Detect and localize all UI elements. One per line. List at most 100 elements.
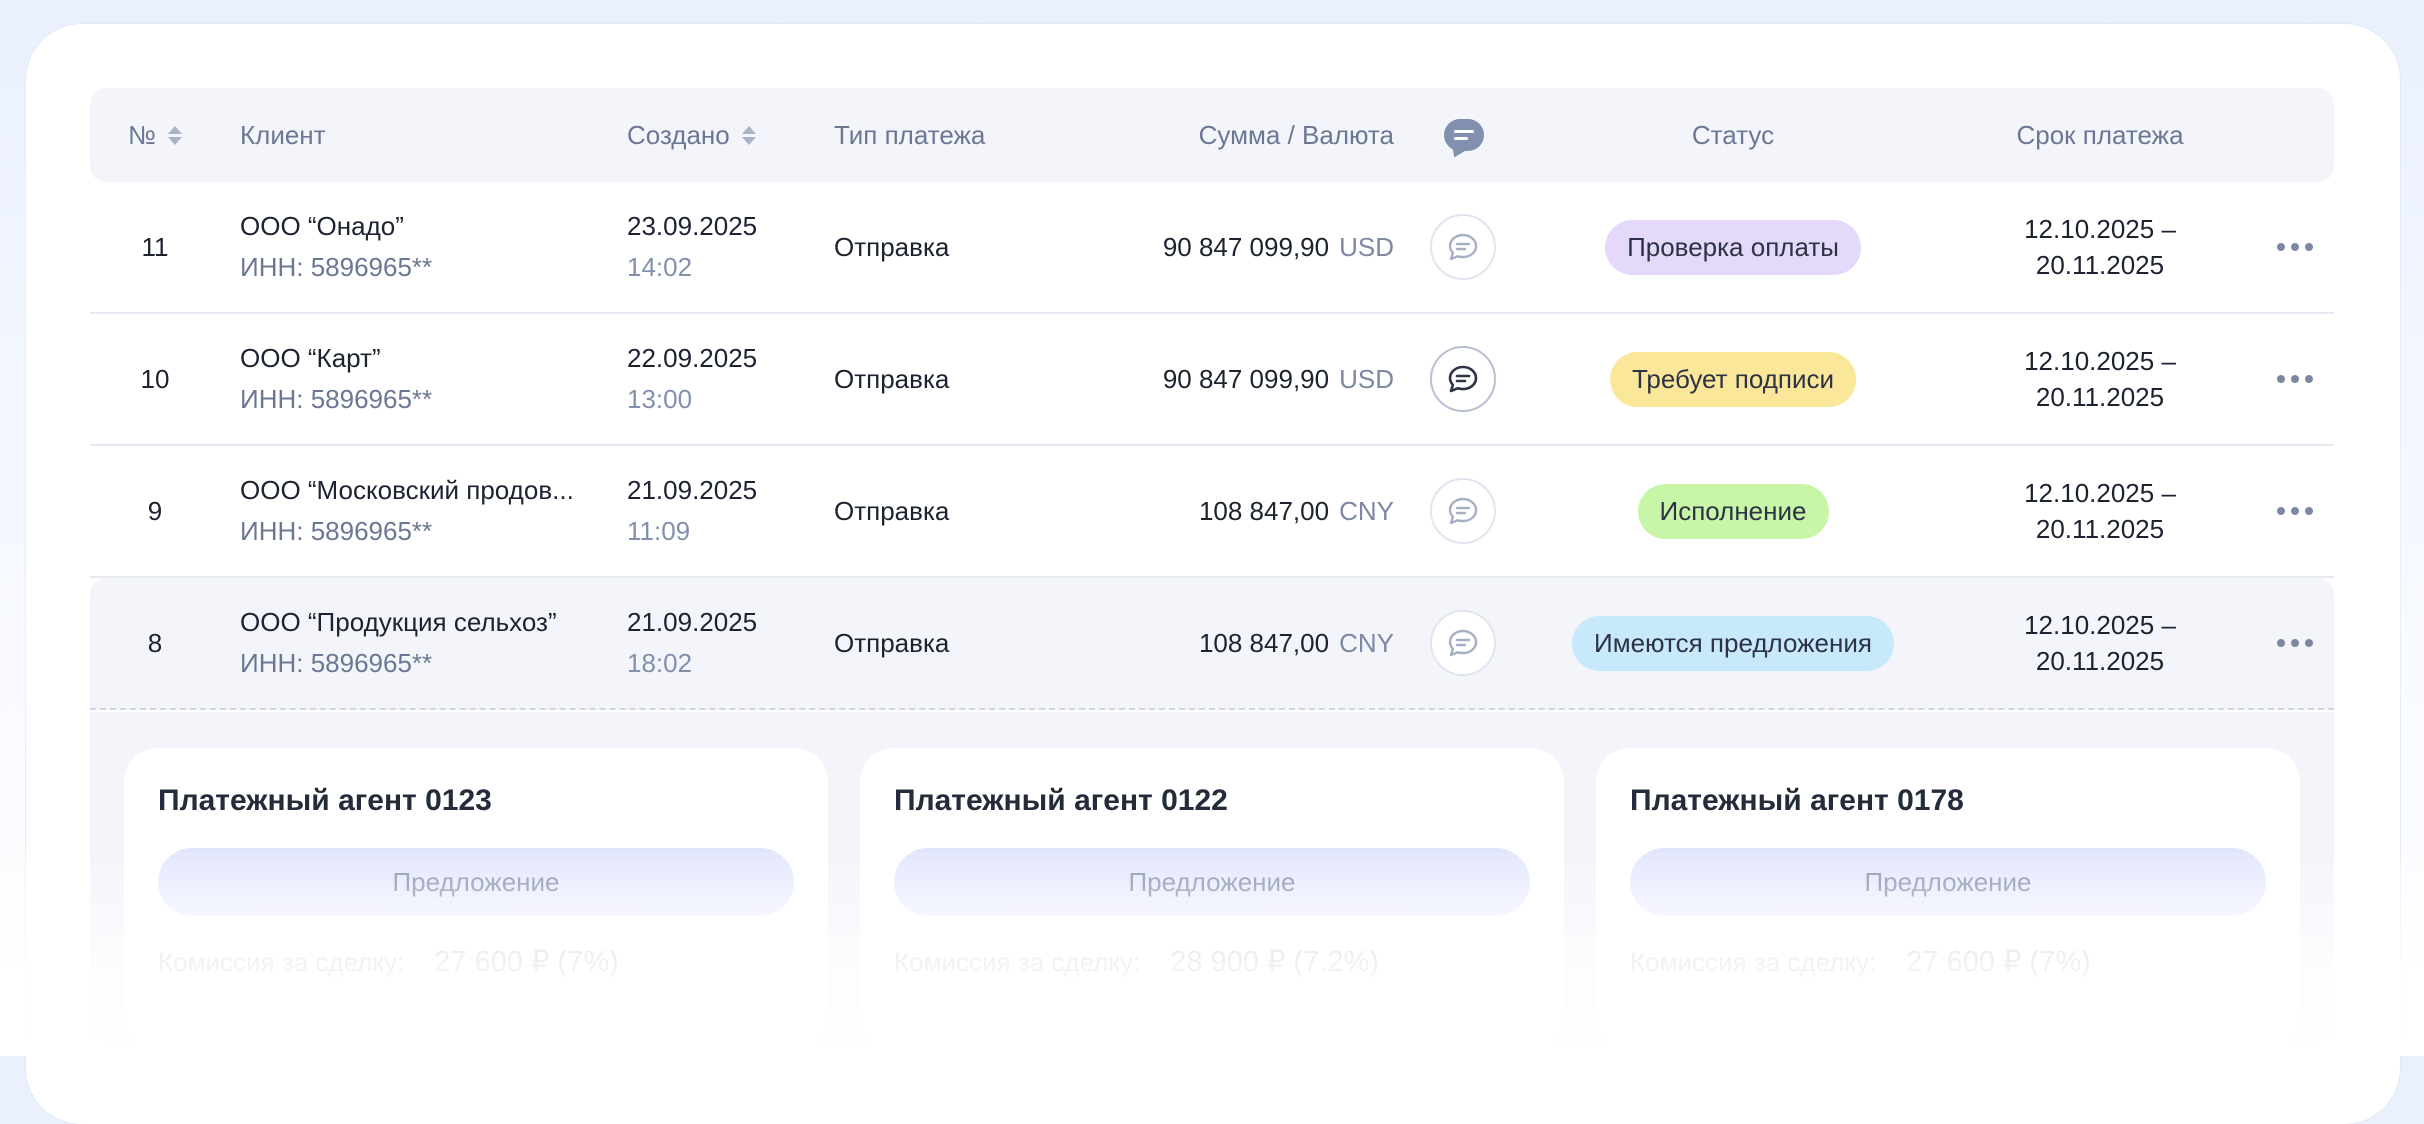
status-cell: Имеются предложения — [1540, 578, 1926, 708]
offer-button[interactable]: Предложение — [894, 848, 1530, 916]
offer-card: Платежный агент 0178 Предложение Комисси… — [1596, 748, 2300, 1048]
fee-value: 27 600 ₽ (7%) — [434, 946, 619, 978]
offer-button[interactable]: Предложение — [1630, 848, 2266, 916]
due-from: 12.10.2025 – — [2024, 478, 2176, 508]
client-cell: ООО “Карт” ИНН: 5896965** — [240, 314, 600, 444]
due-from: 12.10.2025 – — [2024, 346, 2176, 376]
created-cell: 21.09.2025 11:09 — [627, 446, 757, 576]
more-dots-icon[interactable] — [2277, 507, 2313, 515]
header-amount: Сумма / Валюта — [1198, 119, 1394, 150]
chat-icon — [1444, 119, 1484, 151]
status-badge: Проверка оплаты — [1605, 219, 1861, 275]
due-to: 20.11.2025 — [2035, 514, 2165, 544]
table-row[interactable]: 11 ООО “Онадо” ИНН: 5896965** 23.09.2025… — [90, 182, 2334, 314]
client-name: ООО “Московский продов... — [240, 475, 574, 505]
table-row[interactable]: 8 ООО “Продукция сельхоз” ИНН: 5896965**… — [90, 578, 2334, 710]
status-badge: Имеются предложения — [1572, 615, 1894, 671]
header-status: Статус — [1691, 119, 1775, 150]
header-due: Срок платежа — [2016, 119, 2184, 150]
more-cell — [2255, 314, 2335, 444]
header-client: Клиент — [240, 119, 326, 150]
fee-value: 27 600 ₽ (7%) — [1906, 946, 2091, 978]
client-name: ООО “Онадо” — [240, 211, 404, 241]
created-time: 11:09 — [627, 516, 691, 546]
status-badge: Требует подписи — [1609, 351, 1857, 407]
table-row[interactable]: 9 ООО “Московский продов... ИНН: 5896965… — [90, 446, 2334, 578]
amount-cell: 90 847 099,90 USD — [1090, 314, 1394, 444]
header-num[interactable]: № — [128, 88, 182, 182]
offer-card: Платежный агент 0123 Предложение Комисси… — [124, 748, 828, 1048]
fee-label: Комиссия за сделку: — [158, 947, 405, 977]
chat-button[interactable] — [1430, 346, 1496, 412]
chat-icon — [1448, 629, 1478, 657]
payment-type: Отправка — [834, 495, 950, 526]
amount-value: 108 847,00 — [1198, 495, 1330, 526]
offer-title: Платежный агент 0178 — [1630, 784, 1964, 817]
created-date: 22.09.2025 — [627, 343, 758, 373]
due-from: 12.10.2025 – — [2024, 214, 2176, 244]
more-dots-icon[interactable] — [2277, 243, 2313, 251]
offers-panel: Платежный агент 0123 Предложение Комисси… — [90, 712, 2334, 1048]
chat-icon — [1448, 365, 1478, 393]
client-inn: ИНН: 5896965** — [240, 648, 433, 678]
created-date: 23.09.2025 — [627, 211, 758, 241]
offer-fee: Комиссия за сделку: 28 900 ₽ (7.2%) — [894, 944, 1379, 979]
client-cell: ООО “Московский продов... ИНН: 5896965** — [240, 446, 600, 576]
chat-button[interactable] — [1430, 478, 1496, 544]
status-cell: Исполнение — [1540, 446, 1926, 576]
currency: USD — [1339, 363, 1394, 394]
sort-icon[interactable] — [167, 125, 182, 145]
amount-value: 90 847 099,90 — [1162, 231, 1330, 262]
more-dots-icon[interactable] — [2277, 639, 2313, 647]
row-number: 11 — [141, 231, 169, 262]
amount-cell: 108 847,00 CNY — [1090, 578, 1394, 708]
created-time: 13:00 — [627, 384, 693, 414]
currency: CNY — [1339, 627, 1394, 658]
offer-title: Платежный агент 0123 — [158, 784, 492, 817]
amount-cell: 90 847 099,90 USD — [1090, 182, 1394, 312]
more-dots-icon[interactable] — [2277, 375, 2313, 383]
header-type: Тип платежа — [834, 119, 986, 150]
payment-type: Отправка — [834, 627, 950, 658]
created-time: 14:02 — [627, 252, 693, 282]
amount-cell: 108 847,00 CNY — [1090, 446, 1394, 576]
offer-fee: Комиссия за сделку: 27 600 ₽ (7%) — [1630, 944, 2091, 979]
offer-title: Платежный агент 0122 — [894, 784, 1228, 817]
due-cell: 12.10.2025 – 20.11.2025 — [1950, 182, 2250, 312]
status-badge: Исполнение — [1637, 483, 1829, 539]
offer-card: Платежный агент 0122 Предложение Комисси… — [860, 748, 1564, 1048]
chat-cell — [1430, 578, 1496, 708]
offer-button[interactable]: Предложение — [158, 848, 794, 916]
table-row[interactable]: 10 ООО “Карт” ИНН: 5896965** 22.09.2025 … — [90, 314, 2334, 446]
header-created[interactable]: Создано — [627, 88, 756, 182]
client-inn: ИНН: 5896965** — [240, 384, 433, 414]
created-time: 18:02 — [627, 648, 693, 678]
created-cell: 22.09.2025 13:00 — [627, 314, 757, 444]
created-cell: 21.09.2025 18:02 — [627, 578, 757, 708]
client-cell: ООО “Онадо” ИНН: 5896965** — [240, 182, 600, 312]
amount-value: 108 847,00 — [1198, 627, 1330, 658]
created-cell: 23.09.2025 14:02 — [627, 182, 757, 312]
amount-value: 90 847 099,90 — [1162, 363, 1330, 394]
chat-icon — [1448, 233, 1478, 261]
chat-button[interactable] — [1430, 214, 1496, 280]
sort-icon[interactable] — [741, 125, 756, 145]
due-to: 20.11.2025 — [2035, 646, 2165, 676]
chat-cell — [1430, 446, 1496, 576]
offer-fee: Комиссия за сделку: 27 600 ₽ (7%) — [158, 944, 619, 979]
client-name: ООО “Карт” — [240, 343, 381, 373]
due-to: 20.11.2025 — [2035, 250, 2165, 280]
payment-type: Отправка — [834, 231, 950, 262]
client-inn: ИНН: 5896965** — [240, 252, 433, 282]
row-number: 8 — [147, 627, 163, 658]
chat-icon — [1448, 497, 1478, 525]
due-cell: 12.10.2025 – 20.11.2025 — [1950, 314, 2250, 444]
row-number: 10 — [140, 363, 170, 394]
created-date: 21.09.2025 — [627, 475, 758, 505]
client-cell: ООО “Продукция сельхоз” ИНН: 5896965** — [240, 578, 600, 708]
more-cell — [2255, 446, 2335, 576]
chat-button[interactable] — [1430, 610, 1496, 676]
client-name: ООО “Продукция сельхоз” — [240, 607, 557, 637]
header-chat — [1444, 88, 1484, 182]
status-cell: Требует подписи — [1540, 314, 1926, 444]
